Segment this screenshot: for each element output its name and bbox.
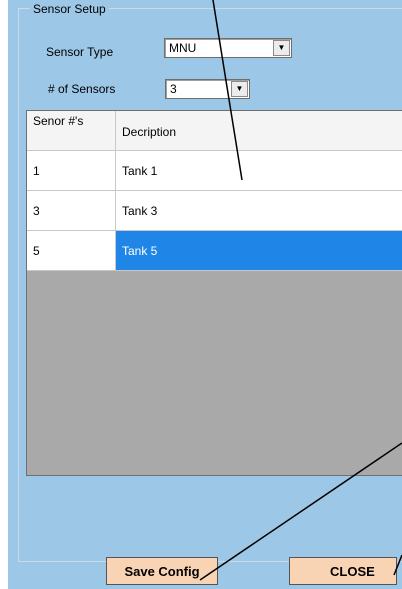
column-header-number[interactable]: Senor #'s bbox=[27, 111, 116, 151]
sensor-number-cell[interactable]: 3 bbox=[27, 191, 116, 231]
sensor-number: 1 bbox=[33, 164, 40, 178]
sensor-description: Tank 1 bbox=[122, 164, 158, 178]
chevron-down-icon[interactable]: ▼ bbox=[231, 81, 248, 97]
save-config-button[interactable]: Save Config bbox=[106, 557, 218, 585]
column-header-description-label: Decription bbox=[122, 125, 177, 139]
num-sensors-dropdown[interactable]: 3 ▼ bbox=[165, 79, 250, 99]
num-sensors-label: # of Sensors bbox=[48, 82, 116, 96]
sensor-description: Tank 5 bbox=[122, 244, 158, 258]
table-row[interactable]: 3 Tank 3 bbox=[27, 191, 402, 231]
sensor-description: Tank 3 bbox=[122, 204, 158, 218]
table-row[interactable]: 5 Tank 5 bbox=[27, 231, 402, 271]
sensor-number: 5 bbox=[33, 244, 40, 258]
chevron-down-icon[interactable]: ▼ bbox=[273, 40, 290, 56]
grid-header-row: Senor #'s Decription bbox=[27, 111, 402, 151]
description-cell[interactable]: Tank 1 bbox=[116, 151, 402, 191]
sensor-type-label: Sensor Type bbox=[46, 45, 114, 59]
sensor-type-value: MNU bbox=[169, 41, 197, 55]
column-header-description[interactable]: Decription bbox=[116, 111, 402, 151]
sensor-number-cell[interactable]: 5 bbox=[27, 231, 116, 271]
description-cell[interactable]: Tank 3 bbox=[116, 191, 402, 231]
table-row[interactable]: 1 Tank 1 bbox=[27, 151, 402, 191]
close-button[interactable]: CLOSE bbox=[289, 557, 397, 585]
column-header-number-label: Senor #'s bbox=[33, 114, 84, 128]
sensor-number: 3 bbox=[33, 204, 40, 218]
num-sensors-value: 3 bbox=[170, 82, 177, 96]
sensor-type-dropdown[interactable]: MNU ▼ bbox=[164, 38, 292, 58]
description-cell-selected[interactable]: Tank 5 bbox=[116, 231, 402, 271]
group-title: Sensor Setup bbox=[30, 2, 109, 16]
sensor-number-cell[interactable]: 1 bbox=[27, 151, 116, 191]
sensor-grid: Senor #'s Decription 1 Tank 1 3 Tank 3 5… bbox=[26, 110, 402, 476]
